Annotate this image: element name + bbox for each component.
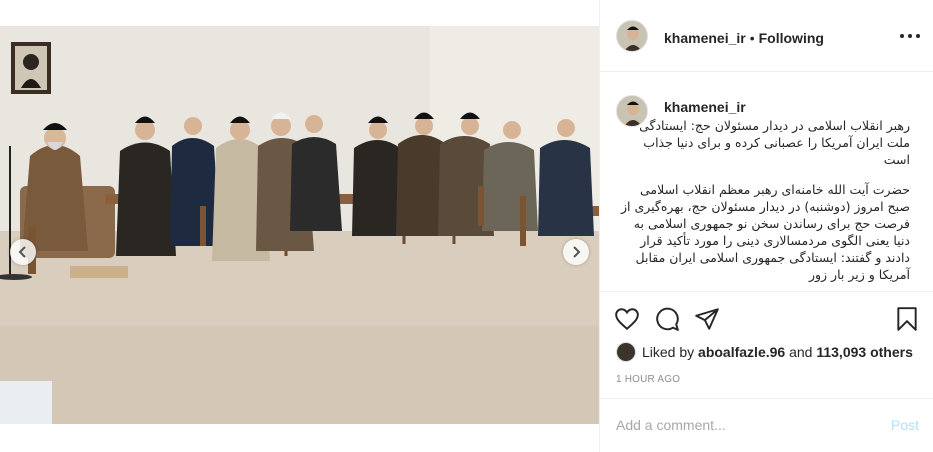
comment-input[interactable]: Add a comment... bbox=[616, 417, 726, 433]
liker-avatar[interactable] bbox=[616, 342, 636, 362]
post-media[interactable] bbox=[0, 26, 599, 424]
chevron-right-icon bbox=[573, 246, 581, 258]
carousel-prev-button[interactable] bbox=[10, 239, 36, 265]
comment-composer: Add a comment... Post bbox=[600, 398, 933, 452]
more-options-button[interactable] bbox=[900, 28, 920, 44]
post-header: khamenei_ir • Following bbox=[600, 0, 933, 72]
post-timestamp[interactable]: 1 HOUR AGO bbox=[616, 374, 680, 385]
separator-dot: • bbox=[749, 30, 755, 46]
action-bar bbox=[600, 291, 933, 341]
meeting-photo bbox=[0, 26, 599, 424]
caption-paragraph: رهبر انقلاب اسلامی در دیدار مسئولان حج: … bbox=[639, 118, 910, 167]
likes-others-link[interactable]: 113,093 others bbox=[816, 344, 913, 360]
share-icon[interactable] bbox=[694, 306, 720, 332]
liked-by-username[interactable]: aboalfazle.96 bbox=[698, 344, 785, 360]
heart-icon[interactable] bbox=[614, 306, 640, 332]
caption-username[interactable]: khamenei_ir bbox=[664, 99, 746, 115]
carousel-next-button[interactable] bbox=[563, 239, 589, 265]
post-comment-button[interactable]: Post bbox=[891, 417, 919, 433]
likes-summary: Liked by aboalfazle.96 and 113,093 other… bbox=[616, 342, 913, 362]
following-button[interactable]: Following bbox=[759, 30, 824, 46]
chevron-left-icon bbox=[18, 246, 26, 258]
author-avatar[interactable] bbox=[616, 20, 648, 52]
more-dot bbox=[908, 34, 912, 38]
caption-text: رهبر انقلاب اسلامی در دیدار مسئولان حج: … bbox=[618, 117, 910, 291]
likes-joiner: and bbox=[789, 344, 813, 360]
comment-icon[interactable] bbox=[654, 306, 680, 332]
bookmark-icon[interactable] bbox=[894, 306, 920, 332]
instagram-post-view: khamenei_ir • Following khamenei_ir رهبر ا… bbox=[0, 0, 933, 452]
more-options-icon bbox=[900, 34, 904, 38]
author-username[interactable]: khamenei_ir bbox=[664, 30, 746, 46]
caption-paragraph: حضرت آیت الله خامنه‌ای رهبر معظم انقلاب … bbox=[621, 182, 910, 282]
likes-prefix: Liked by bbox=[642, 344, 695, 360]
avatar-image bbox=[617, 21, 647, 51]
caption-section: khamenei_ir رهبر انقلاب اسلامی در دیدار … bbox=[600, 73, 933, 291]
post-side-panel: khamenei_ir • Following khamenei_ir رهبر ا… bbox=[599, 0, 933, 452]
more-dot bbox=[916, 34, 920, 38]
author-line: khamenei_ir • Following bbox=[664, 30, 824, 46]
